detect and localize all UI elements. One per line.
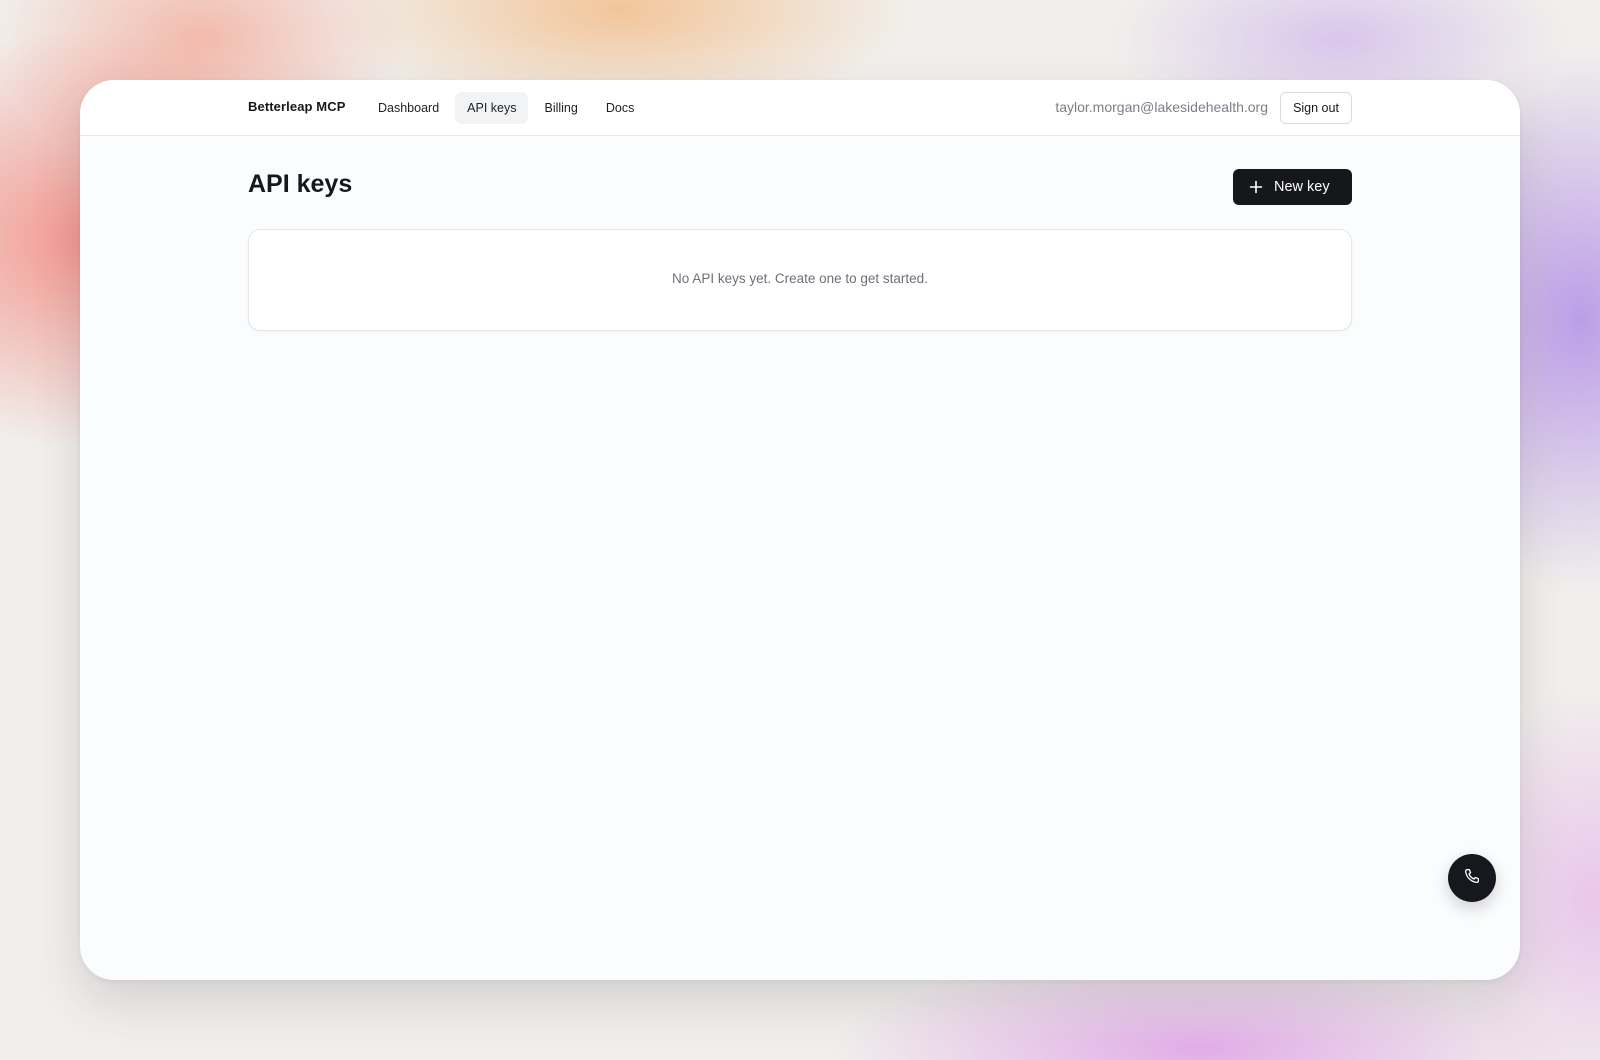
user-email: taylor.morgan@lakesidehealth.org <box>1055 99 1268 115</box>
brand-name: Betterleap MCP <box>248 99 346 114</box>
new-key-button[interactable]: New key <box>1233 169 1352 205</box>
nav-item-billing[interactable]: Billing <box>532 92 589 124</box>
app-window: Betterleap MCP Dashboard API keys Billin… <box>80 80 1520 980</box>
sign-out-button[interactable]: Sign out <box>1280 92 1352 124</box>
api-keys-empty-card: No API keys yet. Create one to get start… <box>248 229 1352 331</box>
call-button[interactable] <box>1448 854 1496 902</box>
new-key-label: New key <box>1274 179 1330 195</box>
plus-icon <box>1249 180 1263 194</box>
empty-state-message: No API keys yet. Create one to get start… <box>672 271 928 286</box>
phone-icon <box>1463 867 1481 890</box>
nav-item-api-keys[interactable]: API keys <box>455 92 529 124</box>
main-nav: Dashboard API keys Billing Docs <box>366 92 646 124</box>
nav-item-docs[interactable]: Docs <box>594 92 646 124</box>
page-title: API keys <box>248 170 353 198</box>
nav-item-dashboard[interactable]: Dashboard <box>366 92 451 124</box>
top-navbar: Betterleap MCP Dashboard API keys Billin… <box>80 80 1520 136</box>
